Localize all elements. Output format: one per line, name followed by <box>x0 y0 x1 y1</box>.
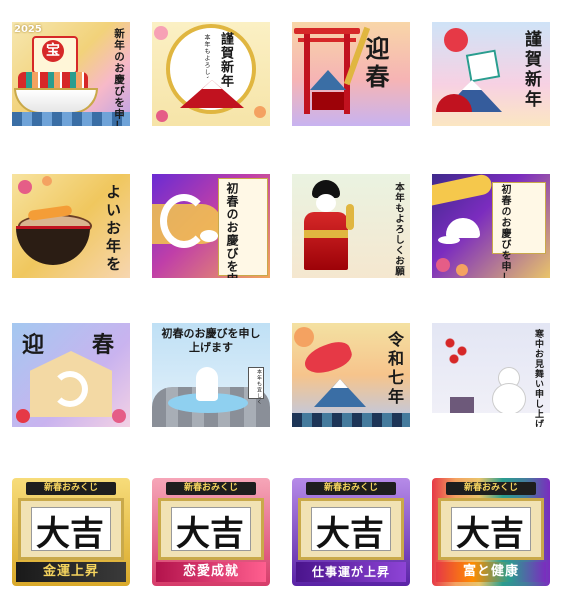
flower <box>254 106 266 118</box>
boat-hull <box>14 88 98 114</box>
title-text: 謹賀新年 <box>218 32 233 88</box>
fortune-label: 恋愛成就 <box>156 562 266 582</box>
greeting-text: 初春のお慶びを申し上げます <box>161 327 261 354</box>
flower <box>112 409 126 423</box>
greeting-text: 初春のお慶びを申し上げます <box>225 182 239 278</box>
sticker-soba-bowl[interactable]: よいお年を <box>12 174 130 278</box>
flower <box>42 176 52 186</box>
kimono <box>304 212 348 270</box>
flower <box>16 409 30 423</box>
snake-icon <box>52 371 88 407</box>
snowman-body <box>492 383 526 415</box>
sticker-white-snake[interactable]: 初春のお慶びを申し上げます <box>152 174 270 278</box>
fortune-label: 金運上昇 <box>16 562 126 582</box>
greeting-text: 寒中お見舞い申し上げます <box>533 329 543 427</box>
snake-icon <box>196 367 218 401</box>
sign-text: 本年も宜しく <box>256 369 262 405</box>
greeting-text: 迎春 <box>361 36 390 92</box>
fortune-label: 仕事運が上昇 <box>296 562 406 582</box>
greeting-text: 令和七年 <box>385 331 404 407</box>
omikuji-header: 新春おみくじ <box>306 482 396 495</box>
sail-character: 宝 <box>42 40 64 62</box>
sticker-fuji-fan[interactable]: 謹賀新年 <box>432 22 550 126</box>
house-icon <box>450 397 474 413</box>
omikuji-frame: 大吉 <box>158 498 264 560</box>
greeting-text: 新年のお慶びを申し上げます <box>113 28 125 126</box>
sticker-crane-snake[interactable]: 初春のお慶びを申し上げます <box>432 174 550 278</box>
greeting-text: 謹賀新年 <box>521 30 541 110</box>
fuji-snowcap <box>332 379 348 388</box>
snake-icon <box>160 194 208 248</box>
omikuji-paper: 大吉 <box>451 507 531 554</box>
greeting-char-left: 迎 <box>22 332 45 358</box>
omikuji-header: 新春おみくじ <box>446 482 536 495</box>
result-char-1: 大吉 <box>36 514 104 554</box>
flower <box>18 180 32 194</box>
subtitle-text: 本年もよろしくお願い致します <box>202 34 211 78</box>
sticker-treasure-ship[interactable]: 2025 宝 新年のお慶びを申し上げます <box>12 22 130 126</box>
omikuji-frame: 大吉 <box>298 498 404 560</box>
sticker-snowman[interactable]: 寒中お見舞い申し上げます <box>432 323 550 427</box>
obi-belt <box>304 230 348 238</box>
sticker-onsen-snake[interactable]: 初春のお慶びを申し上げます 本年も宜しく <box>152 323 270 427</box>
greeting-text: 初春のお慶びを申し上げます <box>499 184 510 278</box>
sticker-ema-geigeisyun[interactable]: 迎 春 <box>12 323 130 427</box>
sun-icon <box>444 28 468 52</box>
waves <box>292 413 410 427</box>
nandina-berries <box>438 331 478 371</box>
omikuji-paper: 大吉 <box>171 507 251 554</box>
result-char-1: 大吉 <box>176 514 244 554</box>
sticker-sea-bream[interactable]: 令和七年 <box>292 323 410 427</box>
result-char-1: 大吉 <box>456 514 524 554</box>
fortune-label: 富と健康 <box>436 562 546 582</box>
omikuji-header: 新春おみくじ <box>166 482 256 495</box>
crane-icon <box>438 236 460 244</box>
mount-fuji-icon <box>310 70 346 90</box>
shrine-building <box>312 92 344 110</box>
geisha-face <box>316 194 336 212</box>
omikuji-sticker-money[interactable]: 新春おみくじ 大吉 金運上昇 <box>12 478 130 586</box>
fuji-snowcap <box>462 80 482 90</box>
sticker-fuji-circle[interactable]: 謹賀新年 本年もよろしくお願い致します <box>152 22 270 126</box>
omikuji-frame: 大吉 <box>18 498 124 560</box>
omikuji-sticker-work[interactable]: 新春おみくじ 大吉 仕事運が上昇 <box>292 478 410 586</box>
year-label: 2025 <box>14 24 42 35</box>
omikuji-sticker-wealth[interactable]: 新春おみくじ 大吉 富と健康 <box>432 478 550 586</box>
result-char-1: 大吉 <box>316 514 384 554</box>
omikuji-frame: 大吉 <box>438 498 544 560</box>
sticker-geisha[interactable]: 本年もよろしくお願い致します <box>292 174 410 278</box>
omikuji-sticker-love[interactable]: 新春おみくじ 大吉 恋愛成就 <box>152 478 270 586</box>
flower <box>456 264 468 276</box>
battledore-paddle <box>346 204 354 230</box>
omikuji-paper: 大吉 <box>31 507 111 554</box>
snake-head <box>200 230 218 242</box>
omikuji-header: 新春おみくじ <box>26 482 116 495</box>
flower <box>156 110 168 122</box>
sun-icon <box>294 327 314 347</box>
greeting-char-right: 春 <box>92 332 115 358</box>
greeting-text: よいお年を <box>104 184 122 274</box>
greeting-text: 本年もよろしくお願い致します <box>393 182 404 278</box>
kite <box>465 49 501 83</box>
flower <box>154 26 168 40</box>
flower <box>436 258 450 272</box>
sticker-torii-gate[interactable]: 迎春 <box>292 22 410 126</box>
omikuji-paper: 大吉 <box>311 507 391 554</box>
